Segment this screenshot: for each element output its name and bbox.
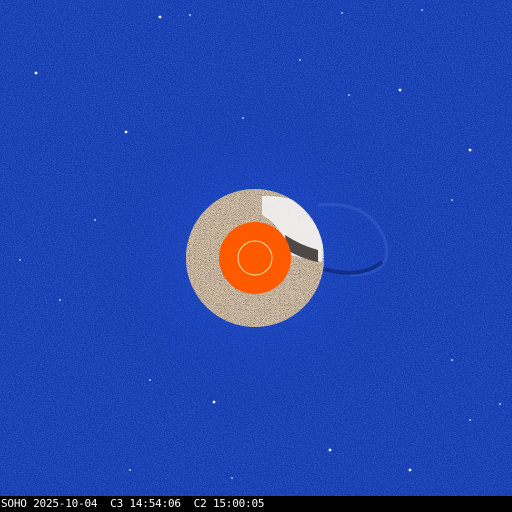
image-caption: SOHO 2025-10-04 C3 14:54:06 C2 15:00:05: [1, 497, 265, 510]
star: [212, 400, 216, 404]
star: [328, 448, 332, 452]
star: [129, 469, 131, 471]
star: [242, 117, 244, 119]
star: [299, 59, 301, 61]
star: [408, 468, 412, 472]
star: [231, 477, 233, 479]
star: [341, 12, 343, 14]
star: [421, 9, 423, 11]
coronagraph-image: [0, 0, 512, 496]
star: [348, 94, 350, 96]
star: [468, 148, 472, 152]
star: [499, 403, 501, 405]
star: [94, 219, 96, 221]
star: [149, 379, 151, 381]
star: [34, 71, 38, 75]
coronagraph-svg: [0, 0, 512, 496]
star: [398, 88, 402, 92]
star: [189, 14, 191, 16]
star: [19, 259, 21, 261]
star: [158, 15, 162, 19]
star: [451, 359, 453, 361]
caption-bar: SOHO 2025-10-04 C3 14:54:06 C2 15:00:05: [0, 496, 512, 512]
occulter-disk: [219, 222, 291, 294]
star: [469, 419, 471, 421]
star: [59, 299, 61, 301]
star: [124, 130, 128, 134]
star: [451, 199, 453, 201]
